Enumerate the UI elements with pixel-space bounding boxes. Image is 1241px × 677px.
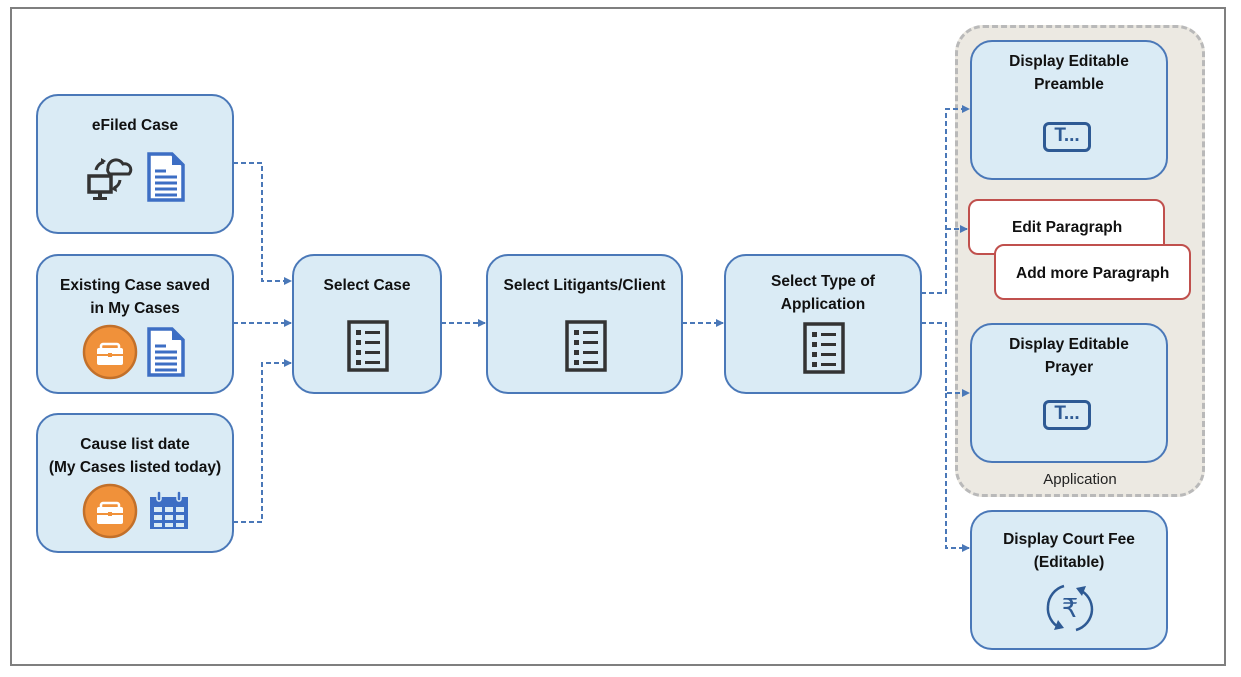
node-display-editable-prayer[interactable]: Display Editable Prayer T... (970, 323, 1168, 463)
node-title-line-1: Display Court Fee (1003, 531, 1135, 548)
node-display-court-fee[interactable]: Display Court Fee (Editable) ₹ (970, 510, 1168, 650)
add-more-paragraph-label: Add more Paragraph (1016, 265, 1170, 282)
node-title-line-2: (Editable) (1033, 554, 1105, 571)
node-select-litigants[interactable]: Select Litigants/Client (486, 254, 683, 394)
node-cause-list-date[interactable]: Cause list date (My Cases listed today) (36, 413, 234, 553)
node-existing-case[interactable]: Existing Case saved in My Cases (36, 254, 234, 394)
node-title-line-2: Application (780, 296, 866, 313)
briefcase-icon (82, 324, 138, 380)
text-field-icon: T... (1043, 122, 1091, 152)
node-title-line-1: Existing Case saved (60, 277, 210, 294)
node-select-type-of-application[interactable]: Select Type of Application (724, 254, 922, 394)
text-field-icon: T... (1043, 400, 1091, 430)
document-icon (147, 327, 185, 377)
node-display-editable-preamble[interactable]: Display Editable Preamble T... (970, 40, 1168, 180)
cloud-sync-computer-icon (87, 158, 133, 200)
list-icon (347, 320, 389, 372)
node-select-case[interactable]: Select Case (292, 254, 442, 394)
text-field-icon-label: T... (1054, 125, 1080, 146)
calendar-icon (150, 490, 188, 529)
application-group-label: Application (1043, 471, 1117, 488)
document-icon (147, 152, 185, 202)
rupee-symbol: ₹ (1062, 594, 1079, 624)
node-title-line-2: in My Cases (90, 300, 180, 317)
node-title-line-1: Select Type of (771, 273, 875, 290)
briefcase-icon (82, 483, 138, 539)
list-icon (565, 320, 607, 372)
node-title-line-2: Prayer (1044, 359, 1094, 376)
node-title: Select Litigants/Client (503, 277, 666, 294)
node-title: eFiled Case (91, 117, 179, 134)
node-efiled-case[interactable]: eFiled Case (36, 94, 234, 234)
edit-paragraph-label: Edit Paragraph (1012, 219, 1123, 236)
rupee-refresh-icon: ₹ (1046, 584, 1094, 632)
node-title-line-2: Preamble (1034, 76, 1104, 93)
add-more-paragraph-box[interactable]: Add more Paragraph (994, 244, 1191, 300)
node-title-line-2: (My Cases listed today) (48, 459, 222, 476)
node-title-line-1: Cause list date (80, 436, 190, 453)
text-field-icon-label: T... (1054, 403, 1080, 424)
node-title-line-1: Display Editable (1009, 336, 1129, 353)
list-icon (803, 322, 845, 374)
node-title-line-1: Display Editable (1009, 53, 1129, 70)
node-title: Select Case (323, 277, 411, 294)
